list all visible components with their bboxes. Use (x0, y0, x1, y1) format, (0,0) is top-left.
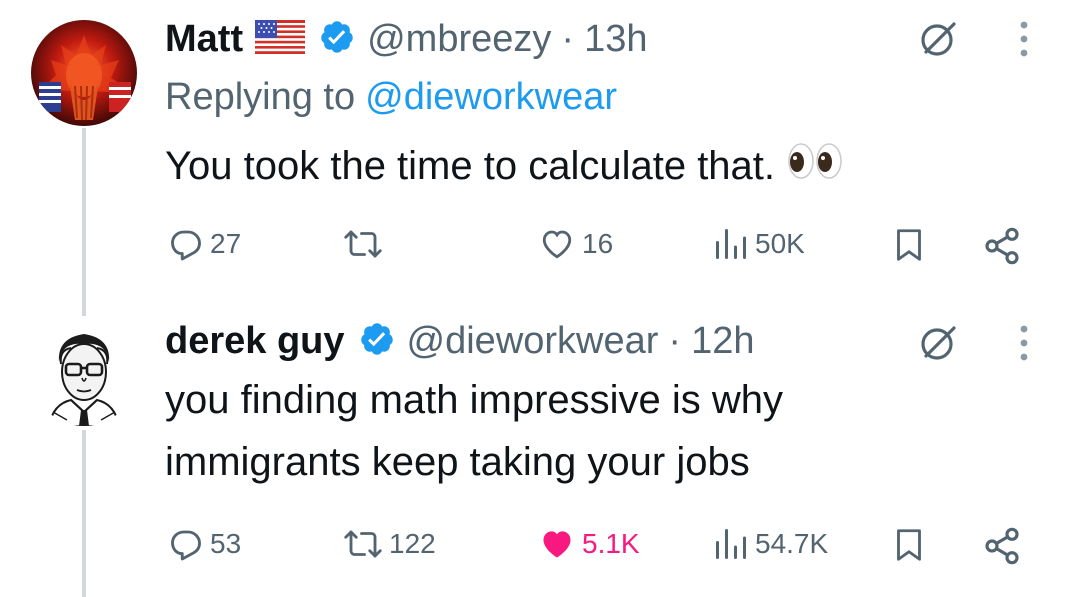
avatar-matt[interactable] (31, 20, 137, 126)
replying-to-link[interactable]: @dieworkwear (365, 76, 617, 119)
tweet1-separator: · (561, 17, 575, 60)
verified-badge-icon (359, 321, 395, 362)
tweet1-like-count: 16 (582, 228, 614, 259)
verified-badge-icon (319, 19, 355, 60)
tweet2-views-count: 54.7K (755, 528, 829, 559)
retweet-icon (344, 530, 382, 558)
tweet2-separator: · (668, 319, 682, 362)
tweet2-views-button[interactable]: 54.7K (713, 526, 828, 562)
tweet2-share-icon[interactable] (982, 526, 1022, 571)
tweet1-handle[interactable]: @mbreezy (367, 18, 551, 61)
avatar-matt-image (31, 20, 137, 126)
grok-icon[interactable] (918, 322, 960, 369)
tweet1-text: You took the time to calculate that. (165, 140, 843, 192)
replying-to-label: Replying to (165, 75, 356, 118)
tweet2-timestamp[interactable]: 12h (691, 320, 754, 363)
tweet2-handle[interactable]: @dieworkwear (407, 320, 659, 363)
tweet2-text-line1: you finding math impressive is why (165, 374, 783, 426)
eyes-emoji-icon (787, 142, 843, 190)
tweet1-replying-to: Replying to @dieworkwear (165, 74, 617, 120)
tweet2-reply-count: 53 (210, 528, 242, 559)
tweet2-like-count: 5.1K (582, 528, 640, 559)
analytics-icon (716, 529, 746, 559)
tweet1-header: Matt @mbreezy · 13h (165, 14, 647, 64)
more-options-icon[interactable] (1018, 324, 1030, 369)
heart-filled-icon (543, 531, 571, 558)
more-options-icon[interactable] (1018, 20, 1030, 65)
tweet2-retweet-count: 122 (389, 528, 436, 559)
heart-icon (542, 230, 572, 259)
tweet1-share-icon[interactable] (982, 226, 1022, 271)
tweet2-bookmark-icon[interactable] (891, 526, 927, 569)
tweet1-text-content: You took the time to calculate that. (165, 143, 776, 188)
thread-line-top (82, 128, 86, 316)
tweet1-views-button[interactable]: 50K (713, 226, 805, 262)
tweet1-reply-count: 27 (210, 228, 242, 259)
thread-line-bottom (82, 430, 86, 597)
us-flag-icon (255, 19, 306, 59)
tweet1-bookmark-icon[interactable] (891, 226, 927, 269)
tweet2-header: derek guy @dieworkwear · 12h (165, 316, 754, 366)
retweet-icon (344, 230, 382, 258)
tweet2-text-line2: immigrants keep taking your jobs (165, 436, 750, 488)
tweet1-like-button[interactable]: 16 (538, 226, 613, 262)
tweet1-views-count: 50K (755, 228, 805, 259)
tweet1-retweet-button[interactable] (343, 226, 389, 262)
tweet1-author-name[interactable]: Matt (165, 18, 243, 61)
tweet1-timestamp[interactable]: 13h (584, 18, 647, 61)
tweet2-text-content-2: immigrants keep taking your jobs (165, 439, 750, 484)
tweet2-author-name[interactable]: derek guy (165, 320, 345, 363)
reply-icon (171, 230, 201, 261)
tweet2-text-content-1: you finding math impressive is why (165, 377, 784, 422)
tweet1-reply-button[interactable]: 27 (168, 226, 241, 262)
tweet2-like-button[interactable]: 5.1K (538, 526, 640, 562)
avatar-derek-image (31, 320, 137, 426)
reply-icon (171, 530, 201, 561)
analytics-icon (716, 229, 746, 259)
avatar-derek[interactable] (31, 320, 137, 426)
tweet2-retweet-button[interactable]: 122 (343, 526, 436, 562)
tweet2-reply-button[interactable]: 53 (168, 526, 241, 562)
grok-icon[interactable] (918, 18, 960, 65)
